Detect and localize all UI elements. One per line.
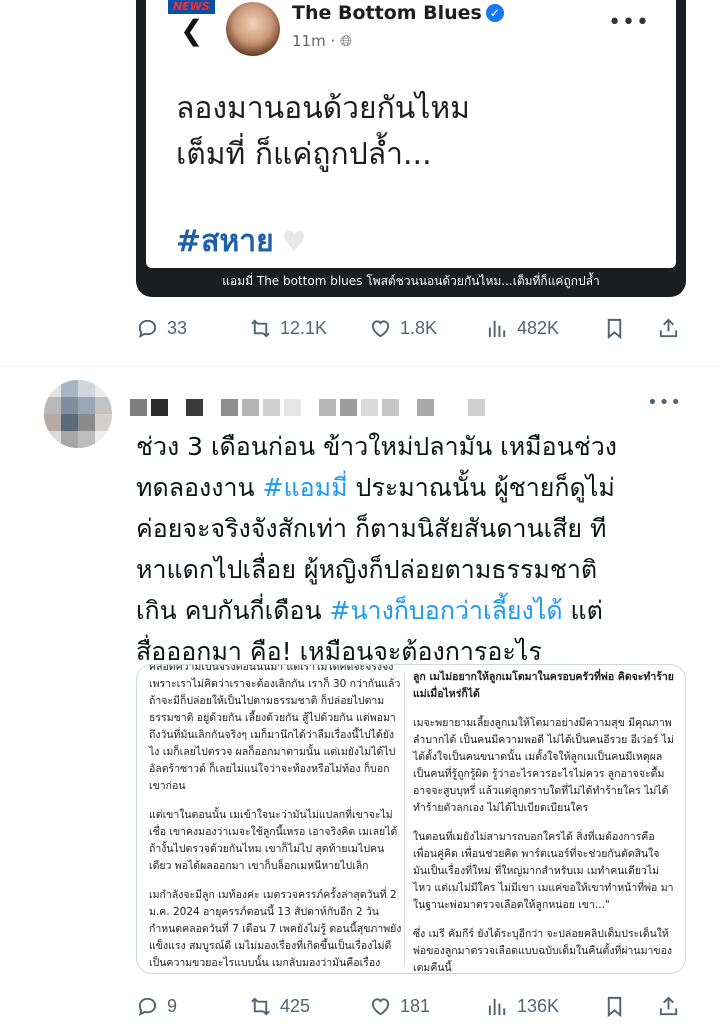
document-right-column: ลูก เมไม่อยากให้ลูกเมโตมาในครอบครัวที่พ่… (413, 671, 674, 974)
share-icon (659, 318, 678, 337)
page-name: The Bottom Blues ✓ (292, 2, 504, 24)
post1-action-bar: 33 12.1K 1.8K 482K (136, 311, 688, 345)
reply-button[interactable]: 33 (136, 311, 187, 345)
post-divider (0, 366, 720, 367)
avatar[interactable] (44, 380, 112, 448)
author-name-redacted[interactable] (130, 399, 485, 417)
share-button[interactable] (657, 989, 688, 1023)
repost-icon (251, 318, 270, 338)
news-logo: NEWS (168, 0, 215, 14)
like-button[interactable]: 1.8K (369, 311, 437, 345)
reply-icon (138, 319, 157, 338)
heart-icon (371, 319, 390, 337)
facebook-hashtag: #สหาย ♥ (176, 224, 307, 259)
heart-icon (371, 997, 390, 1015)
share-icon (659, 996, 678, 1015)
like-button[interactable]: 181 (369, 989, 430, 1023)
globe-icon: 🌐︎ (340, 32, 353, 50)
back-arrow-icon: ❮ (180, 14, 204, 47)
document-separator (404, 673, 405, 965)
bookmark-button[interactable] (603, 311, 634, 345)
bookmark-button[interactable] (603, 989, 634, 1023)
views-button[interactable]: 482K (486, 311, 559, 345)
verified-badge-icon: ✓ (485, 4, 504, 22)
repost-button[interactable]: 425 (249, 989, 310, 1023)
hashtag-link[interactable]: #นางก็บอกว่าเลี้ยงได้ (330, 596, 563, 625)
views-icon (488, 320, 506, 337)
post-text: ช่วง 3 เดือนก่อน ข้าวใหม่ปลามัน เหมือนช่… (136, 432, 617, 666)
share-button[interactable] (657, 311, 688, 345)
page-avatar (226, 2, 280, 56)
post2-action-bar: 9 425 181 136K (136, 989, 688, 1023)
post2-media[interactable]: คลอดความเป็นจริงตอนนั้นมา แต่เราไม่ได้คิ… (136, 664, 686, 974)
image-caption: แอมมี่ The bottom blues โพสต์ชวนนอนด้วยก… (222, 274, 600, 288)
post1-media[interactable]: NEWS ❮ The Bottom Blues ✓ 11m · 🌐︎ ••• ลอ… (136, 0, 686, 297)
embedded-facebook-post: NEWS ❮ The Bottom Blues ✓ 11m · 🌐︎ ••• ลอ… (146, 0, 676, 268)
more-options-icon[interactable]: ••• (647, 392, 682, 413)
bookmark-icon (607, 318, 622, 339)
views-button[interactable]: 136K (486, 989, 559, 1023)
document-left-column: คลอดความเป็นจริงตอนนั้นมา แต่เราไม่ได้คิ… (149, 664, 402, 969)
repost-icon (251, 996, 270, 1016)
reply-icon (138, 997, 157, 1016)
reply-button[interactable]: 9 (136, 989, 177, 1023)
views-icon (488, 998, 506, 1015)
more-options-icon: ••• (608, 10, 650, 35)
post-time: 11m · 🌐︎ (292, 32, 353, 50)
bookmark-icon (607, 996, 622, 1017)
white-heart-icon: ♥ (281, 225, 307, 258)
facebook-post-text: ลองมานอนด้วยกันไหม เต็มที่ ก็แค่ถูกปล้ำ.… (176, 91, 470, 172)
hashtag-link[interactable]: #แอมมี่ (263, 473, 348, 502)
repost-button[interactable]: 12.1K (249, 311, 327, 345)
